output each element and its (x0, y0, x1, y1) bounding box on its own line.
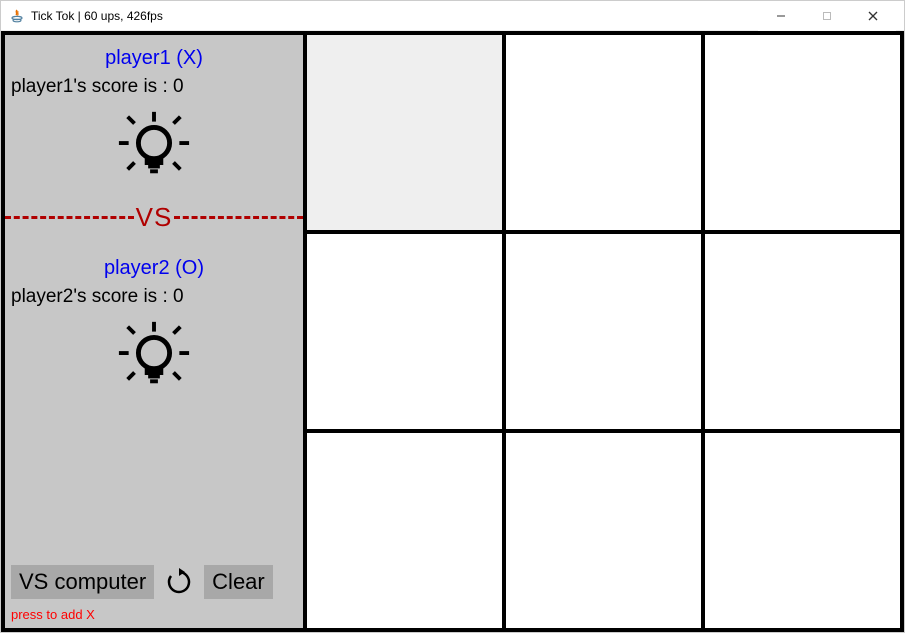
player1-name: player1 (X) (5, 47, 303, 70)
player2-score: player2's score is : 0 (5, 286, 303, 308)
player1-score: player1's score is : 0 (5, 76, 303, 98)
lightbulb-icon[interactable] (114, 106, 194, 184)
dash-left (5, 216, 134, 219)
player1-block: player1 (X) player1's score is : 0 (5, 43, 303, 194)
app-window: Tick Tok | 60 ups, 426fps player1 (X) pl… (0, 0, 905, 633)
grid-cell-8[interactable] (705, 433, 900, 628)
vs-label: VS (134, 202, 175, 233)
minimize-button[interactable] (758, 1, 804, 31)
maximize-button[interactable] (804, 1, 850, 31)
game-grid (307, 35, 900, 628)
app-area: player1 (X) player1's score is : 0 (1, 31, 904, 632)
player2-name: player2 (O) (5, 257, 303, 280)
window-controls (758, 1, 896, 31)
refresh-icon[interactable] (164, 567, 194, 597)
grid-cell-5[interactable] (705, 234, 900, 429)
close-button[interactable] (850, 1, 896, 31)
grid-cell-2[interactable] (705, 35, 900, 230)
lightbulb-icon[interactable] (114, 316, 194, 394)
grid-cell-3[interactable] (307, 234, 502, 429)
sidebar: player1 (X) player1's score is : 0 (5, 35, 307, 628)
bottom-controls: VS computer Clear (5, 559, 303, 603)
hint-text: press to add X (5, 603, 303, 628)
titlebar: Tick Tok | 60 ups, 426fps (1, 1, 904, 31)
clear-button[interactable]: Clear (204, 565, 273, 599)
java-icon (9, 8, 25, 24)
grid-cell-0[interactable] (307, 35, 502, 230)
player2-block: player2 (O) player2's score is : 0 (5, 253, 303, 404)
grid-cell-7[interactable] (506, 433, 701, 628)
dash-right (174, 216, 303, 219)
vs-computer-button[interactable]: VS computer (11, 565, 154, 599)
grid-cell-4[interactable] (506, 234, 701, 429)
grid-cell-1[interactable] (506, 35, 701, 230)
vs-divider: VS (5, 202, 303, 233)
grid-cell-6[interactable] (307, 433, 502, 628)
window-title: Tick Tok | 60 ups, 426fps (31, 9, 163, 23)
